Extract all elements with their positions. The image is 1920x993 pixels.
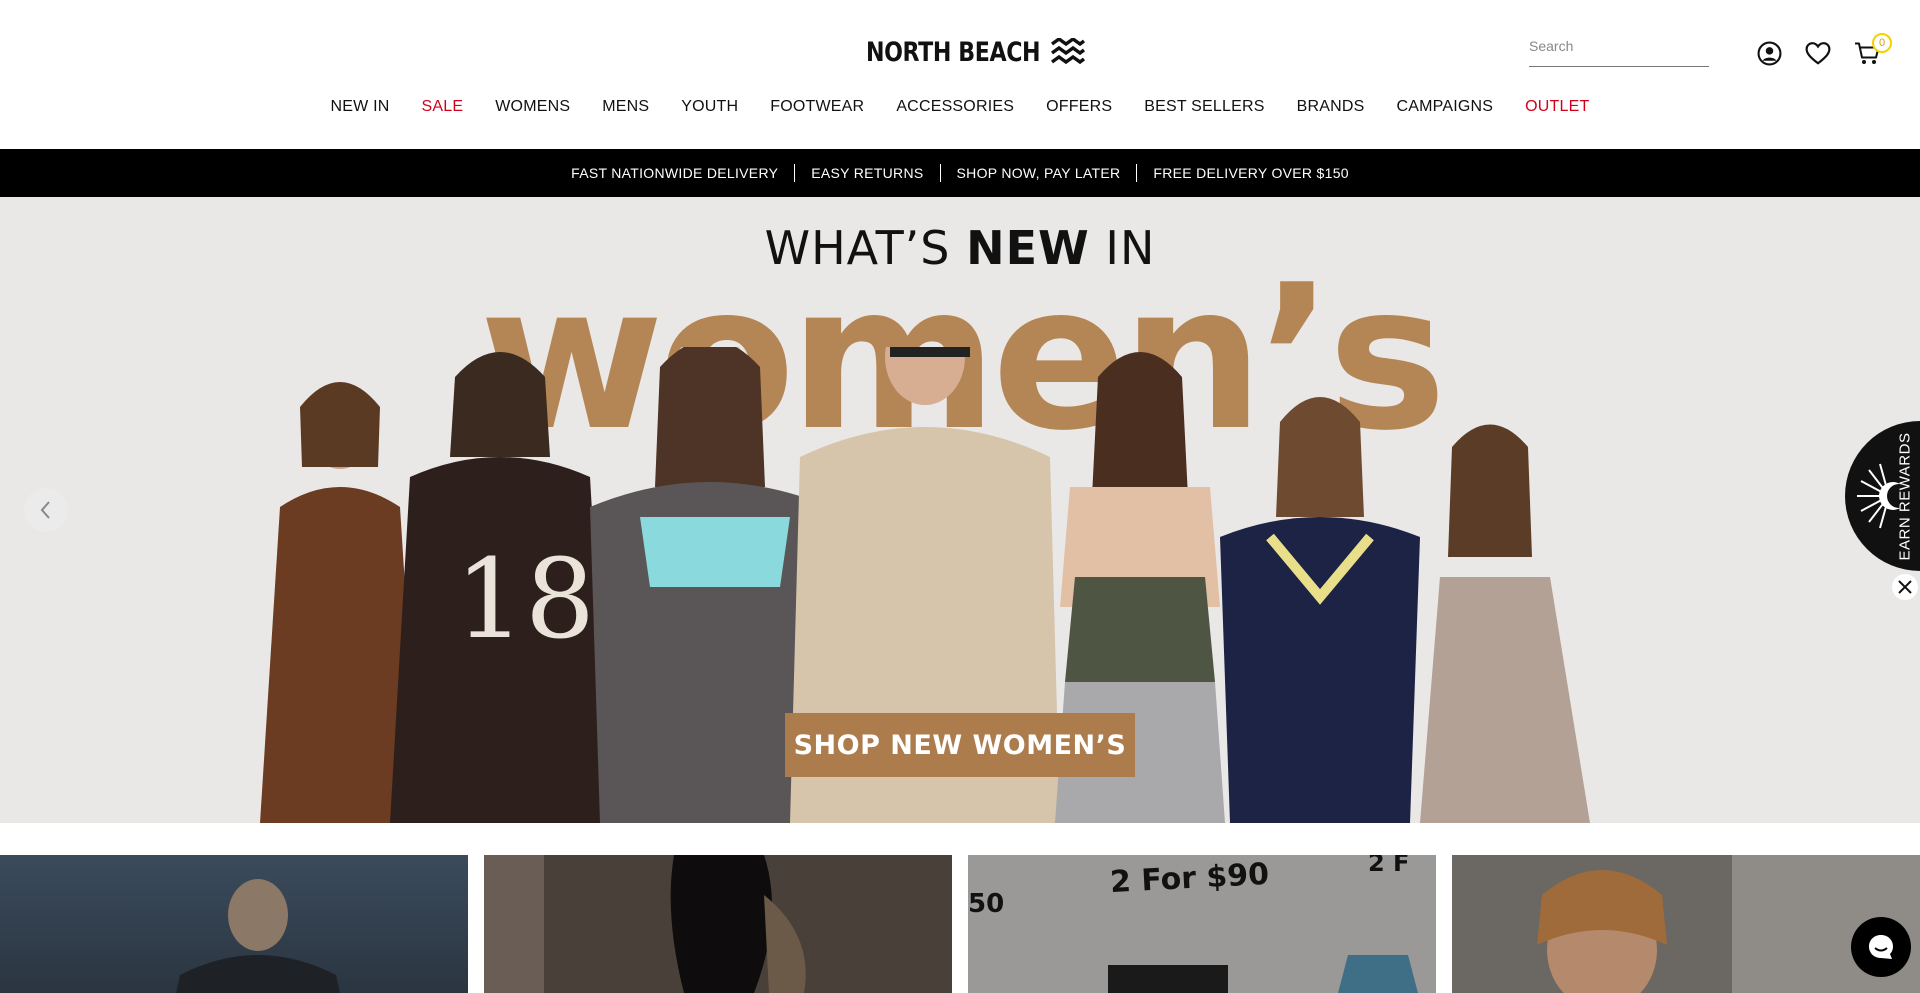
rewards-close-button[interactable] [1892,574,1918,600]
tile-offers-left-text: 50 [968,889,1005,919]
tile-offers-right-text: 2 F [1368,855,1410,877]
nav-item-sale[interactable]: SALE [406,98,480,116]
live-chat-button[interactable] [1851,917,1911,977]
brand-name: NORTH BEACH [866,36,1041,68]
nav-item-youth[interactable]: YOUTH [665,98,754,116]
site-header: NORTH BEACH 0 NEW IN SALE WOMENS M [0,0,1920,149]
tile-womens-image [484,855,806,993]
announcement-returns: EASY RETURNS [811,165,924,181]
account-icon [1757,41,1781,65]
waves-logo-icon [1051,38,1086,65]
nav-item-best-sellers[interactable]: BEST SELLERS [1128,98,1280,116]
nav-item-mens[interactable]: MENS [586,98,665,116]
search-input[interactable] [1529,36,1709,54]
shop-new-womens-button[interactable]: SHOP NEW WOMEN’S [785,713,1135,777]
announcement-free-delivery: FREE DELIVERY OVER $150 [1153,165,1349,181]
wishlist-button[interactable] [1805,40,1831,66]
earn-rewards-label: EARN REWARDS [1896,432,1914,560]
chat-icon [1869,935,1893,959]
nav-item-new-in[interactable]: NEW IN [315,98,406,116]
nav-item-offers[interactable]: OFFERS [1030,98,1128,116]
tile-youth[interactable] [1452,855,1920,993]
nav-item-footwear[interactable]: FOOTWEAR [754,98,880,116]
earn-rewards-label-wrap[interactable]: EARN REWARDS [1890,423,1920,569]
announcement-bar: FAST NATIONWIDE DELIVERY EASY RETURNS SH… [0,149,1920,197]
search-field[interactable] [1529,36,1709,67]
account-button[interactable] [1756,40,1782,66]
tile-offers[interactable]: 2 For $90 50 2 F [968,855,1436,993]
nav-item-brands[interactable]: BRANDS [1281,98,1381,116]
carousel-prev-button[interactable] [24,488,68,532]
tile-womens[interactable] [484,855,952,993]
tile-youth-image [1537,855,1920,993]
main-navigation: NEW IN SALE WOMENS MENS YOUTH FOOTWEAR A… [0,98,1920,116]
category-tiles: 2 For $90 50 2 F [0,855,1920,993]
tile-mens[interactable] [0,855,468,993]
brand-logo[interactable]: NORTH BEACH [866,36,1086,68]
announcement-delivery: FAST NATIONWIDE DELIVERY [571,165,779,181]
announcement-pay-later: SHOP NOW, PAY LATER [956,165,1121,181]
svg-text:18: 18 [455,535,595,663]
heart-icon [1805,41,1831,65]
nav-item-accessories[interactable]: ACCESSORIES [880,98,1030,116]
chevron-left-icon [40,501,50,519]
hero-banner[interactable]: WHAT’S NEW IN women’s 18 [0,197,1920,823]
close-icon [1898,580,1912,594]
nav-item-outlet[interactable]: OUTLET [1509,98,1605,116]
nav-item-womens[interactable]: WOMENS [479,98,586,116]
cart-count-badge: 0 [1872,33,1892,53]
tile-mens-image [176,879,340,993]
nav-item-campaigns[interactable]: CAMPAIGNS [1380,98,1509,116]
